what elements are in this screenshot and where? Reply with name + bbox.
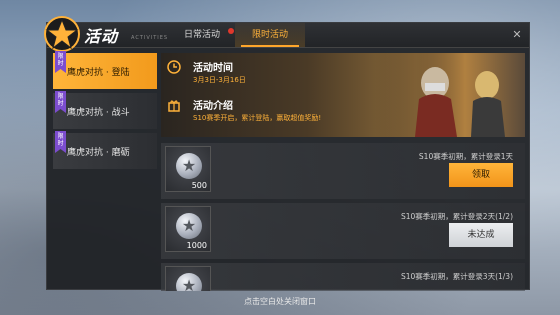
activity-intro-value: S10赛季开启，累计登陆，赢取超值奖励!: [193, 114, 322, 122]
sidebar-item-login[interactable]: 限时 鹰虎对抗 · 登陆: [53, 51, 157, 89]
limited-badge: 限时: [55, 91, 66, 113]
star-icon: ★: [181, 156, 197, 175]
silver-coin-icon: ★: [176, 153, 202, 179]
tab-limited[interactable]: 限时活动: [235, 23, 305, 47]
activity-time-title: 活动时间: [193, 63, 233, 74]
reward-item[interactable]: ★ 1000: [165, 206, 211, 252]
activity-window: 活动 ACTIVITIES 日常活动 限时活动 ✕ 限时 鹰虎对抗 · 登陆 限…: [44, 16, 530, 291]
reward-amount: 1000: [186, 241, 207, 250]
notification-dot: [228, 28, 234, 34]
reward-row: ★ 1000 S10赛季初期，累计登录2天(1/2) 未达成: [161, 203, 525, 259]
window-subtitle: ACTIVITIES: [131, 35, 169, 41]
limited-badge: 限时: [55, 51, 66, 73]
star-icon: ★: [181, 276, 197, 291]
claim-button[interactable]: 领取: [449, 163, 513, 187]
clock-icon: [167, 60, 181, 74]
sidebar-item-label: 鹰虎对抗 · 战斗: [67, 108, 130, 118]
reward-amount: 500: [191, 181, 207, 190]
reward-condition: S10赛季初期，累计登录3天(1/3): [401, 272, 513, 281]
silver-coin-icon: ★: [176, 273, 202, 291]
reward-row: ★ 500 S10赛季初期，累计登录1天 领取: [161, 143, 525, 199]
close-hint[interactable]: 点击空白处关闭窗口: [0, 296, 560, 307]
window-header: 活动 ACTIVITIES 日常活动 限时活动 ✕: [44, 16, 529, 52]
reward-item[interactable]: ★: [165, 266, 211, 291]
activity-sidebar: 限时 鹰虎对抗 · 登陆 限时 鹰虎对抗 · 战斗 限时 鹰虎对抗 · 磨砺: [53, 51, 157, 173]
limited-badge: 限时: [55, 131, 66, 153]
not-achieved-button[interactable]: 未达成: [449, 223, 513, 247]
activity-intro-title: 活动介绍: [193, 101, 233, 112]
activity-banner: 活动时间 3月3日-3月16日 活动介绍 S10赛季开启，累计登陆，赢取超值奖励…: [161, 53, 525, 137]
reward-condition: S10赛季初期，累计登录2天(1/2): [401, 212, 513, 221]
tab-daily[interactable]: 日常活动: [173, 23, 231, 47]
sidebar-item-battle[interactable]: 限时 鹰虎对抗 · 战斗: [53, 91, 157, 129]
character-artwork: [375, 53, 525, 137]
sidebar-item-label: 鹰虎对抗 · 登陆: [67, 68, 130, 78]
reward-row: ★ S10赛季初期，累计登录3天(1/3): [161, 263, 525, 291]
star-logo-icon: [44, 16, 80, 52]
gift-icon: [168, 100, 180, 112]
reward-list[interactable]: ★ 500 S10赛季初期，累计登录1天 领取 ★ 1000 S10赛季初期，累…: [161, 143, 525, 291]
reward-condition: S10赛季初期，累计登录1天: [418, 152, 513, 161]
silver-coin-icon: ★: [176, 213, 202, 239]
sidebar-item-training[interactable]: 限时 鹰虎对抗 · 磨砺: [53, 131, 157, 169]
close-icon[interactable]: ✕: [511, 29, 523, 41]
star-icon: ★: [181, 216, 197, 235]
activity-time-value: 3月3日-3月16日: [193, 76, 246, 84]
reward-item[interactable]: ★ 500: [165, 146, 211, 192]
sidebar-item-label: 鹰虎对抗 · 磨砺: [67, 148, 130, 158]
window-title: 活动: [84, 27, 119, 46]
